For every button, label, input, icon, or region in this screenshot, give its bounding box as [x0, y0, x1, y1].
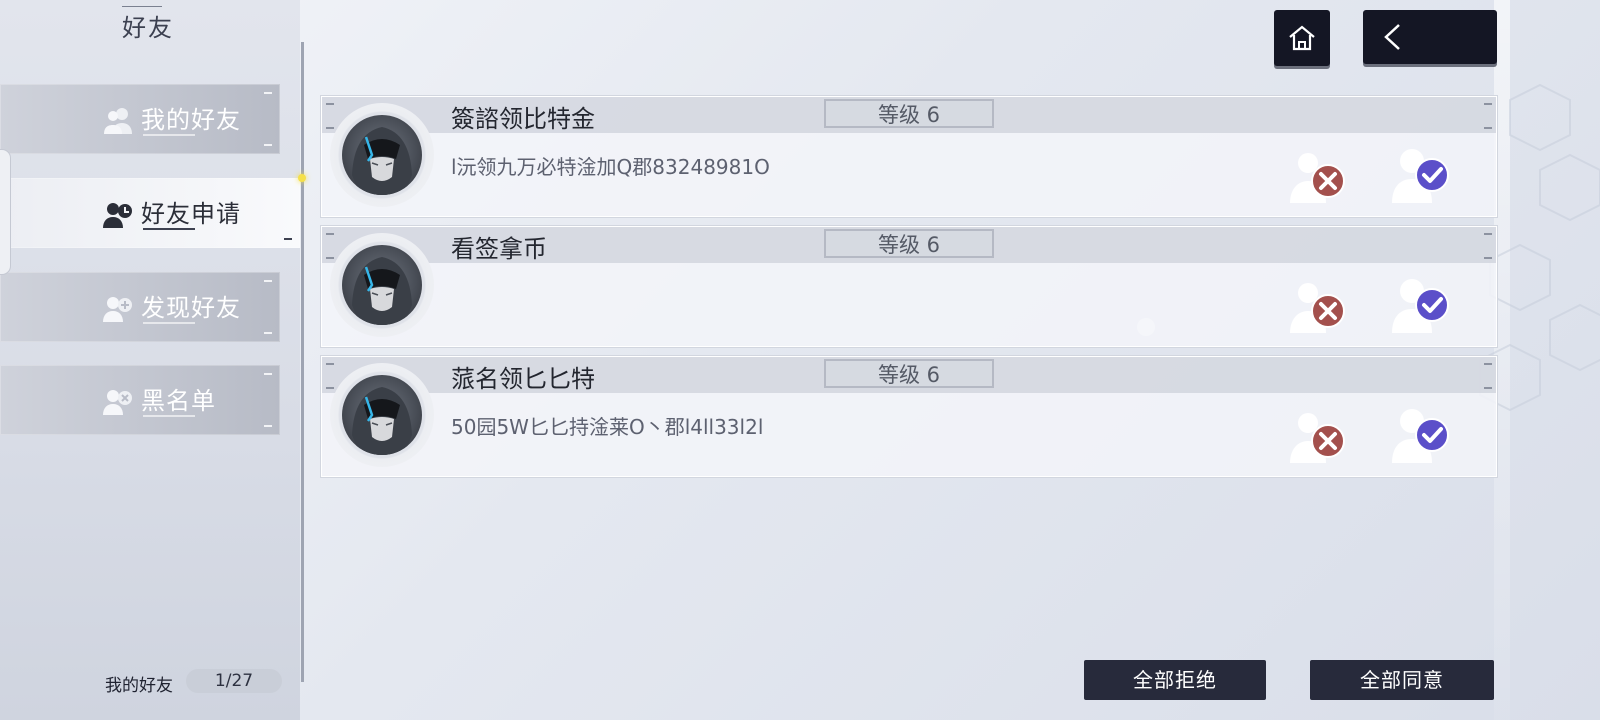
back-arrow-icon	[1384, 24, 1400, 50]
home-button[interactable]	[1274, 10, 1330, 66]
level-badge: 等级 6	[824, 359, 994, 388]
hooded-character-portrait	[352, 127, 412, 195]
corner-mark	[326, 363, 334, 365]
corner-mark	[264, 92, 272, 94]
requester-name: 簽諮领比特金	[451, 105, 595, 133]
corner-mark	[326, 127, 334, 129]
avatar[interactable]	[342, 245, 422, 325]
tab-blacklist[interactable]: 黑名单	[0, 365, 280, 435]
tab-label: 黑名单	[141, 387, 216, 415]
tab-label: 好友申请	[141, 200, 241, 228]
corner-mark	[1484, 127, 1492, 129]
hooded-character-portrait	[352, 257, 412, 325]
reject-all-button[interactable]: 全部拒绝	[1084, 660, 1266, 700]
blacklist-icon	[103, 390, 132, 415]
friend-request-card: 簽諮领比特金 等级 6 l沅领九万必特淦加Q郡83248981O	[321, 96, 1497, 217]
friends-icon	[104, 108, 132, 134]
tab-friend-requests[interactable]: 好友申请	[0, 178, 300, 248]
tab-subtitle-line	[143, 415, 195, 417]
level-badge: 等级 6	[824, 99, 994, 128]
find-friend-icon	[103, 297, 132, 322]
reject-request-button[interactable]	[1286, 149, 1350, 205]
corner-mark	[326, 103, 334, 105]
hooded-character-portrait	[352, 387, 412, 455]
sidebar-divider	[301, 42, 304, 682]
corner-mark	[284, 238, 292, 240]
accept-request-button[interactable]	[1390, 405, 1454, 465]
corner-mark	[264, 280, 272, 282]
friend-request-card: 蒎名领匕匕特 等级 6 50园5W匕匕持淦莱O丶郡l4ll33l2l	[321, 356, 1497, 477]
request-message: l沅领九万必特淦加Q郡83248981O	[451, 155, 770, 179]
accept-request-button[interactable]	[1390, 275, 1454, 335]
corner-mark	[326, 233, 334, 235]
corner-mark	[264, 373, 272, 375]
accept-all-button[interactable]: 全部同意	[1310, 660, 1494, 700]
tab-find-friends[interactable]: 发现好友	[0, 272, 280, 342]
corner-mark	[1484, 103, 1492, 105]
requester-name: 看签拿币	[451, 235, 547, 263]
corner-mark	[326, 257, 334, 259]
home-icon	[1289, 25, 1315, 51]
corner-mark	[264, 425, 272, 427]
active-indicator-dot	[298, 174, 306, 182]
tab-label: 我的好友	[141, 106, 241, 134]
level-badge: 等级 6	[824, 229, 994, 258]
reject-request-button[interactable]	[1286, 279, 1350, 335]
request-message: 50园5W匕匕持淦莱O丶郡l4ll33l2l	[451, 415, 764, 439]
sidebar-title: 好友	[122, 14, 174, 42]
tab-subtitle-line	[143, 228, 195, 230]
avatar[interactable]	[342, 115, 422, 195]
friend-request-icon	[103, 203, 132, 228]
corner-mark	[264, 332, 272, 334]
requester-name: 蒎名领匕匕特	[451, 365, 595, 393]
accept-request-button[interactable]	[1390, 145, 1454, 205]
tab-my-friends[interactable]: 我的好友	[0, 84, 280, 154]
corner-mark	[326, 387, 334, 389]
friend-count-value: 1/27	[186, 669, 282, 693]
tab-subtitle-line	[143, 322, 195, 324]
tab-label: 发现好友	[141, 294, 241, 322]
reject-request-button[interactable]	[1286, 409, 1350, 465]
corner-mark	[1484, 257, 1492, 259]
title-decoration	[122, 6, 162, 7]
avatar[interactable]	[342, 375, 422, 455]
corner-mark	[1484, 363, 1492, 365]
tab-subtitle-line	[143, 134, 195, 136]
corner-mark	[1484, 233, 1492, 235]
friend-request-card: 看签拿币 等级 6	[321, 226, 1497, 347]
corner-mark	[1484, 387, 1492, 389]
friend-count-label: 我的好友	[105, 676, 173, 696]
corner-mark	[264, 144, 272, 146]
active-tab-indicator	[0, 150, 10, 274]
sidebar: 好友 我的好友 好友申请 发现好友 黑名单 我的好友 1/27	[0, 0, 300, 720]
back-button[interactable]	[1363, 10, 1497, 64]
